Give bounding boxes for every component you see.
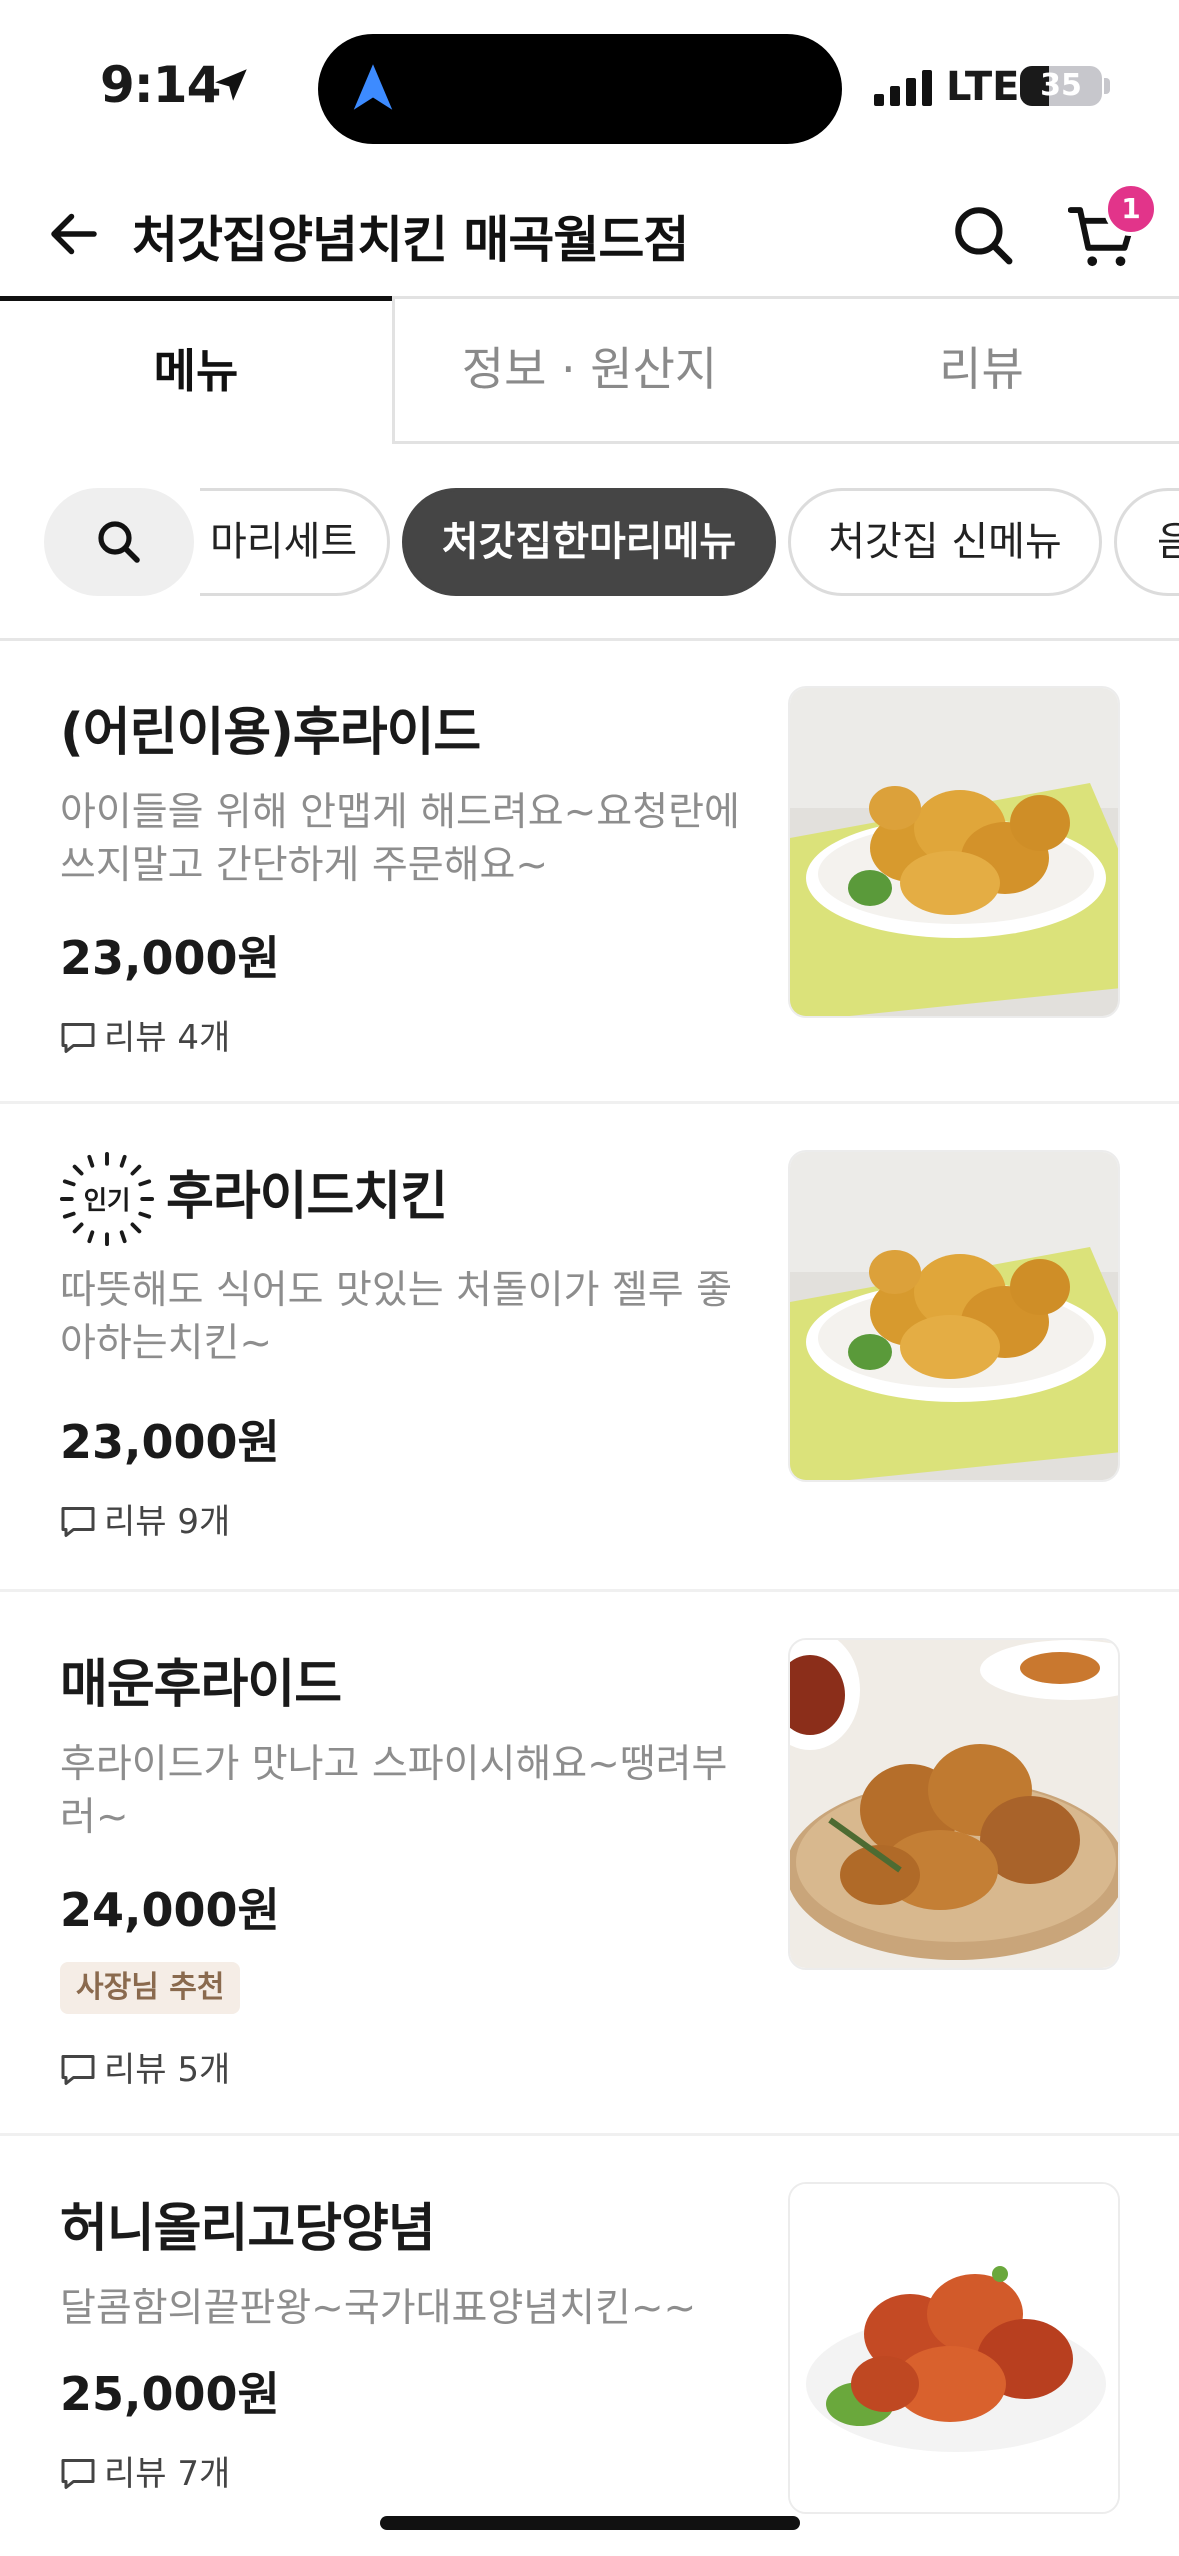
menu-item-price: 23,000원 <box>60 1415 280 1469</box>
page-title: 처갓집양념치킨 매곡월드점 <box>132 211 689 269</box>
menu-item[interactable]: 인기 후라이드치킨 따뜻해도 식어도 맛있는 처돌이가 젤루 좋아하는치킨~ 2… <box>0 1104 1179 1592</box>
menu-item-price: 23,000원 <box>60 931 280 985</box>
cellular-signal-icon <box>874 70 932 106</box>
review-count: 리뷰 7개 <box>104 2454 231 2494</box>
fried-chicken-image <box>788 1150 1120 1482</box>
menu-item-reviews: 리뷰 9개 <box>60 1494 230 1543</box>
search-icon[interactable] <box>950 202 1016 268</box>
tab-menu[interactable]: 메뉴 <box>0 296 392 444</box>
battery-level: 35 <box>1040 68 1082 103</box>
popular-badge-label: 인기 <box>84 1186 131 1216</box>
cart-count-badge[interactable]: 1 <box>1104 182 1158 236</box>
review-count: 리뷰 9개 <box>104 1502 231 1542</box>
menu-item-description: 후라이드가 맛나고 스파이시해요~땡려부러~ <box>60 1742 728 1840</box>
menu-item[interactable]: 허니올리고당양념 달콤함의끝판왕~국가대표양념치킨~~ 25,000원 리뷰 7… <box>0 2136 1179 2556</box>
comment-icon <box>61 1023 95 1053</box>
comment-icon <box>61 2055 95 2085</box>
menu-item-name: 허니올리고당양념 <box>60 2199 436 2259</box>
menu-item-price: 25,000원 <box>60 2367 280 2421</box>
menu-search-button[interactable] <box>44 488 194 596</box>
back-arrow-icon[interactable] <box>44 204 104 264</box>
menu-item-name: 후라이드치킨 <box>166 1167 448 1227</box>
home-indicator <box>380 2516 800 2530</box>
store-tabs: 메뉴 정보 · 원산지 리뷰 <box>0 296 1179 444</box>
spicy-fried-chicken-image <box>788 1638 1120 1970</box>
menu-item-description: 달콤함의끝판왕~국가대표양념치킨~~ <box>60 2286 697 2331</box>
menu-item-reviews: 리뷰 5개 <box>60 2042 230 2091</box>
menu-item-description: 아이들을 위해 안맵게 해드려요~요청란에 쓰지말고 간단하게 주문해요~ <box>60 790 740 888</box>
popular-badge-icon: 인기 <box>59 1151 155 1247</box>
status-bar: 9:14 LTE 35 <box>0 0 1179 160</box>
dynamic-island <box>318 34 842 144</box>
location-arrow-icon <box>215 69 247 101</box>
battery-tip <box>1104 78 1110 94</box>
status-time: 9:14 <box>100 56 221 114</box>
chip-set-menu[interactable]: 마리세트 <box>200 488 390 596</box>
search-icon <box>98 521 140 563</box>
menu-item-reviews: 리뷰 4개 <box>60 1010 230 1059</box>
review-count: 리뷰 5개 <box>104 2050 231 2090</box>
tab-info-origin[interactable]: 정보 · 원산지 <box>392 296 784 444</box>
review-count: 리뷰 4개 <box>104 1018 231 1058</box>
menu-item-description: 따뜻해도 식어도 맛있는 처돌이가 젤루 좋아하는치킨~ <box>60 1268 732 1366</box>
menu-item[interactable]: 매운후라이드 후라이드가 맛나고 스파이시해요~땡려부러~ 24,000원 사장… <box>0 1592 1179 2136</box>
owner-recommend-badge: 사장님 추천 <box>60 1962 241 2014</box>
chip-single-chicken-menu[interactable]: 처갓집한마리메뉴 <box>402 488 776 596</box>
comment-icon <box>61 1507 95 1537</box>
store-header: 처갓집양념치킨 매곡월드점 1 <box>0 160 1179 300</box>
menu-item[interactable]: (어린이용)후라이드 아이들을 위해 안맵게 해드려요~요청란에 쓰지말고 간단… <box>0 640 1179 1104</box>
navigation-arrow-icon <box>353 64 393 110</box>
menu-item-name: (어린이용)후라이드 <box>60 703 481 763</box>
tab-reviews[interactable]: 리뷰 <box>784 296 1179 444</box>
page: 9:14 LTE 35 처갓집양념치킨 매곡월드점 1 메뉴 정보 · 원산지 … <box>0 0 1179 2556</box>
menu-item-price: 24,000원 <box>60 1883 280 1937</box>
menu-item-name: 매운후라이드 <box>60 1655 342 1715</box>
chip-new-menu[interactable]: 처갓집 신메뉴 <box>788 488 1102 596</box>
comment-icon <box>61 2459 95 2489</box>
fried-chicken-image <box>788 686 1120 1018</box>
network-label: LTE <box>946 64 1020 110</box>
chip-beverage[interactable]: 음 <box>1114 488 1179 596</box>
glazed-chicken-image <box>788 2182 1120 2514</box>
category-chips: 마리세트 처갓집한마리메뉴 처갓집 신메뉴 음 <box>0 444 1179 641</box>
menu-item-reviews: 리뷰 7개 <box>60 2446 230 2495</box>
battery-icon: 35 <box>1020 66 1102 106</box>
